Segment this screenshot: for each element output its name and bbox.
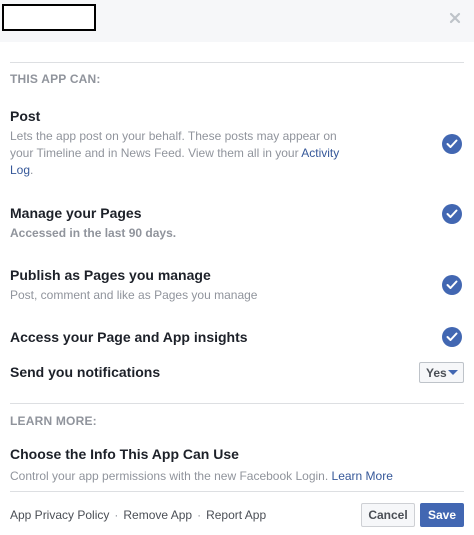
caret-down-icon [448, 370, 458, 375]
permission-desc-text: Lets the app post on your behalf. These … [10, 129, 337, 160]
footer-divider [10, 491, 464, 492]
dialog-header [0, 0, 474, 42]
section-label-learn-more: LEARN MORE: [10, 414, 97, 428]
permission-desc-end: . [30, 163, 34, 177]
learn-more-title: Choose the Info This App Can Use [10, 446, 239, 462]
app-settings-dialog: THIS APP CAN: Post Lets the app post on … [0, 0, 474, 535]
permission-title-manage-pages: Manage your Pages [10, 205, 142, 221]
checkmark-icon[interactable] [442, 327, 462, 347]
close-icon[interactable] [448, 11, 462, 25]
app-privacy-policy-link[interactable]: App Privacy Policy [10, 508, 109, 522]
checkmark-icon[interactable] [442, 204, 462, 224]
section-divider [10, 62, 464, 63]
redacted-app-title [2, 4, 96, 31]
permission-desc-post: Lets the app post on your behalf. These … [10, 128, 340, 179]
learn-more-desc: Control your app permissions with the ne… [10, 468, 450, 485]
footer-separator: · [197, 508, 202, 522]
learn-more-text: Control your app permissions with the ne… [10, 469, 332, 483]
notifications-select-value: Yes [426, 365, 447, 380]
section-divider [10, 403, 464, 404]
checkmark-icon[interactable] [442, 275, 462, 295]
permission-title-insights: Access your Page and App insights [10, 329, 248, 345]
remove-app-link[interactable]: Remove App [123, 508, 192, 522]
permission-desc-manage-pages: Accessed in the last 90 days. [10, 226, 177, 240]
permission-title-notifications: Send you notifications [10, 364, 161, 380]
footer-separator: · [114, 508, 119, 522]
notifications-select[interactable]: Yes [419, 362, 464, 383]
permission-title-publish-pages: Publish as Pages you manage [10, 267, 211, 283]
cancel-button[interactable]: Cancel [361, 503, 415, 527]
section-label-app-can: THIS APP CAN: [10, 72, 101, 86]
save-button[interactable]: Save [420, 503, 464, 527]
checkmark-icon[interactable] [442, 134, 462, 154]
permission-desc-publish-pages: Post, comment and like as Pages you mana… [10, 288, 258, 302]
learn-more-link[interactable]: Learn More [332, 469, 393, 483]
permission-title-post: Post [10, 108, 41, 124]
footer-links: App Privacy Policy · Remove App · Report App [10, 508, 266, 522]
report-app-link[interactable]: Report App [206, 508, 266, 522]
